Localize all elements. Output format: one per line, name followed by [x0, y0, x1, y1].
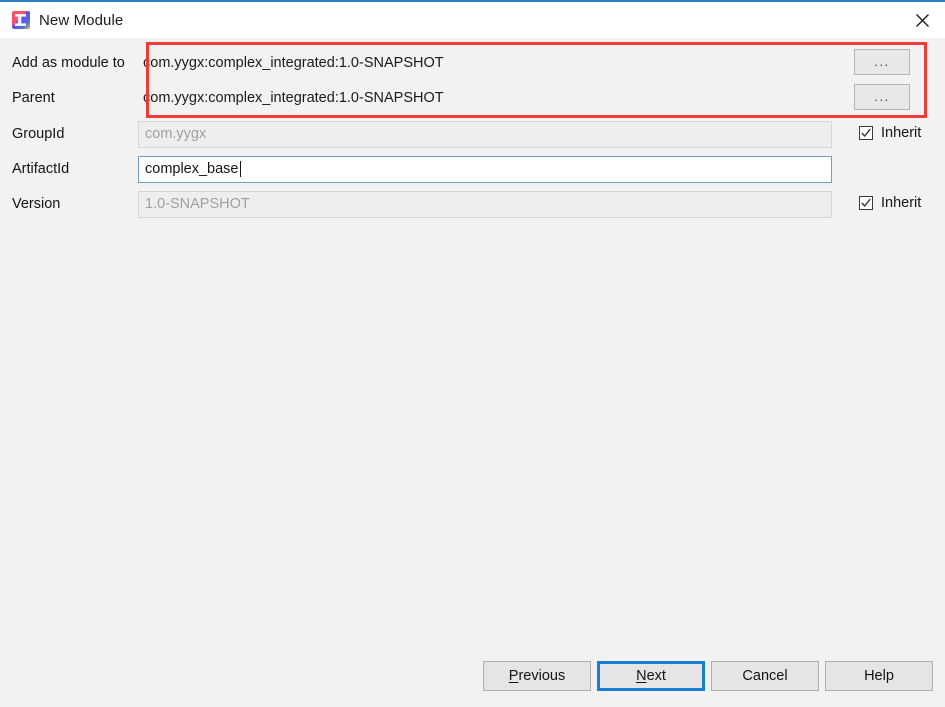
row-version: Version 1.0-SNAPSHOT: [0, 189, 945, 219]
intellij-idea-icon: [12, 11, 30, 29]
previous-button-label: Previous: [508, 668, 566, 684]
parent-value: com.yygx:complex_integrated:1.0-SNAPSHOT: [143, 90, 444, 106]
new-module-dialog: New Module Add as module to com.yygx:com…: [0, 0, 945, 707]
label-parent: Parent: [12, 90, 55, 106]
label-version: Version: [12, 196, 61, 212]
cancel-button-label: Cancel: [742, 668, 788, 684]
check-icon: [861, 128, 871, 138]
title-bar: New Module: [0, 2, 945, 38]
artifactid-value: complex_base: [145, 161, 239, 177]
version-input[interactable]: 1.0-SNAPSHOT: [138, 190, 832, 218]
dialog-title: New Module: [39, 11, 124, 29]
version-inherit-label: Inherit: [881, 195, 922, 211]
version-inherit-checkbox[interactable]: Inherit: [859, 195, 921, 211]
previous-button[interactable]: Previous: [483, 661, 591, 691]
next-button[interactable]: Next: [597, 661, 705, 691]
version-value: 1.0-SNAPSHOT: [145, 196, 250, 212]
row-add-as-module-to: Add as module to com.yygx:complex_integr…: [0, 48, 945, 78]
module-form: Add as module to com.yygx:complex_integr…: [0, 40, 945, 707]
add-as-module-to-field[interactable]: com.yygx:complex_integrated:1.0-SNAPSHOT: [138, 50, 832, 77]
row-artifactid: ArtifactId complex_base: [0, 154, 945, 184]
ellipsis-icon: ...: [874, 89, 890, 104]
parent-browse-button[interactable]: ...: [854, 84, 910, 110]
help-button[interactable]: Help: [825, 661, 933, 691]
close-icon: [915, 13, 929, 27]
row-parent: Parent com.yygx:complex_integrated:1.0-S…: [0, 83, 945, 113]
help-button-label: Help: [864, 668, 894, 684]
label-groupid: GroupId: [12, 126, 65, 142]
label-add-as-module-to: Add as module to: [12, 55, 125, 71]
groupid-inherit-label: Inherit: [881, 125, 922, 141]
parent-field[interactable]: com.yygx:complex_integrated:1.0-SNAPSHOT: [138, 85, 832, 112]
groupid-inherit-checkbox[interactable]: Inherit: [859, 125, 921, 141]
groupid-value: com.yygx: [145, 126, 207, 142]
check-icon: [861, 198, 871, 208]
dialog-footer: Previous Next Cancel Help: [0, 661, 945, 693]
ellipsis-icon: ...: [874, 54, 890, 69]
label-artifactid: ArtifactId: [12, 161, 70, 177]
artifactid-input[interactable]: complex_base: [138, 155, 832, 183]
close-button[interactable]: [899, 2, 945, 38]
next-button-label: Next: [636, 668, 666, 684]
add-as-module-to-browse-button[interactable]: ...: [854, 49, 910, 75]
checkbox-box: [859, 126, 873, 140]
cancel-button[interactable]: Cancel: [711, 661, 819, 691]
checkbox-box: [859, 196, 873, 210]
groupid-input[interactable]: com.yygx: [138, 120, 832, 148]
row-groupid: GroupId com.yygx: [0, 119, 945, 149]
add-as-module-to-value: com.yygx:complex_integrated:1.0-SNAPSHOT: [143, 55, 444, 71]
text-caret: [239, 161, 241, 177]
